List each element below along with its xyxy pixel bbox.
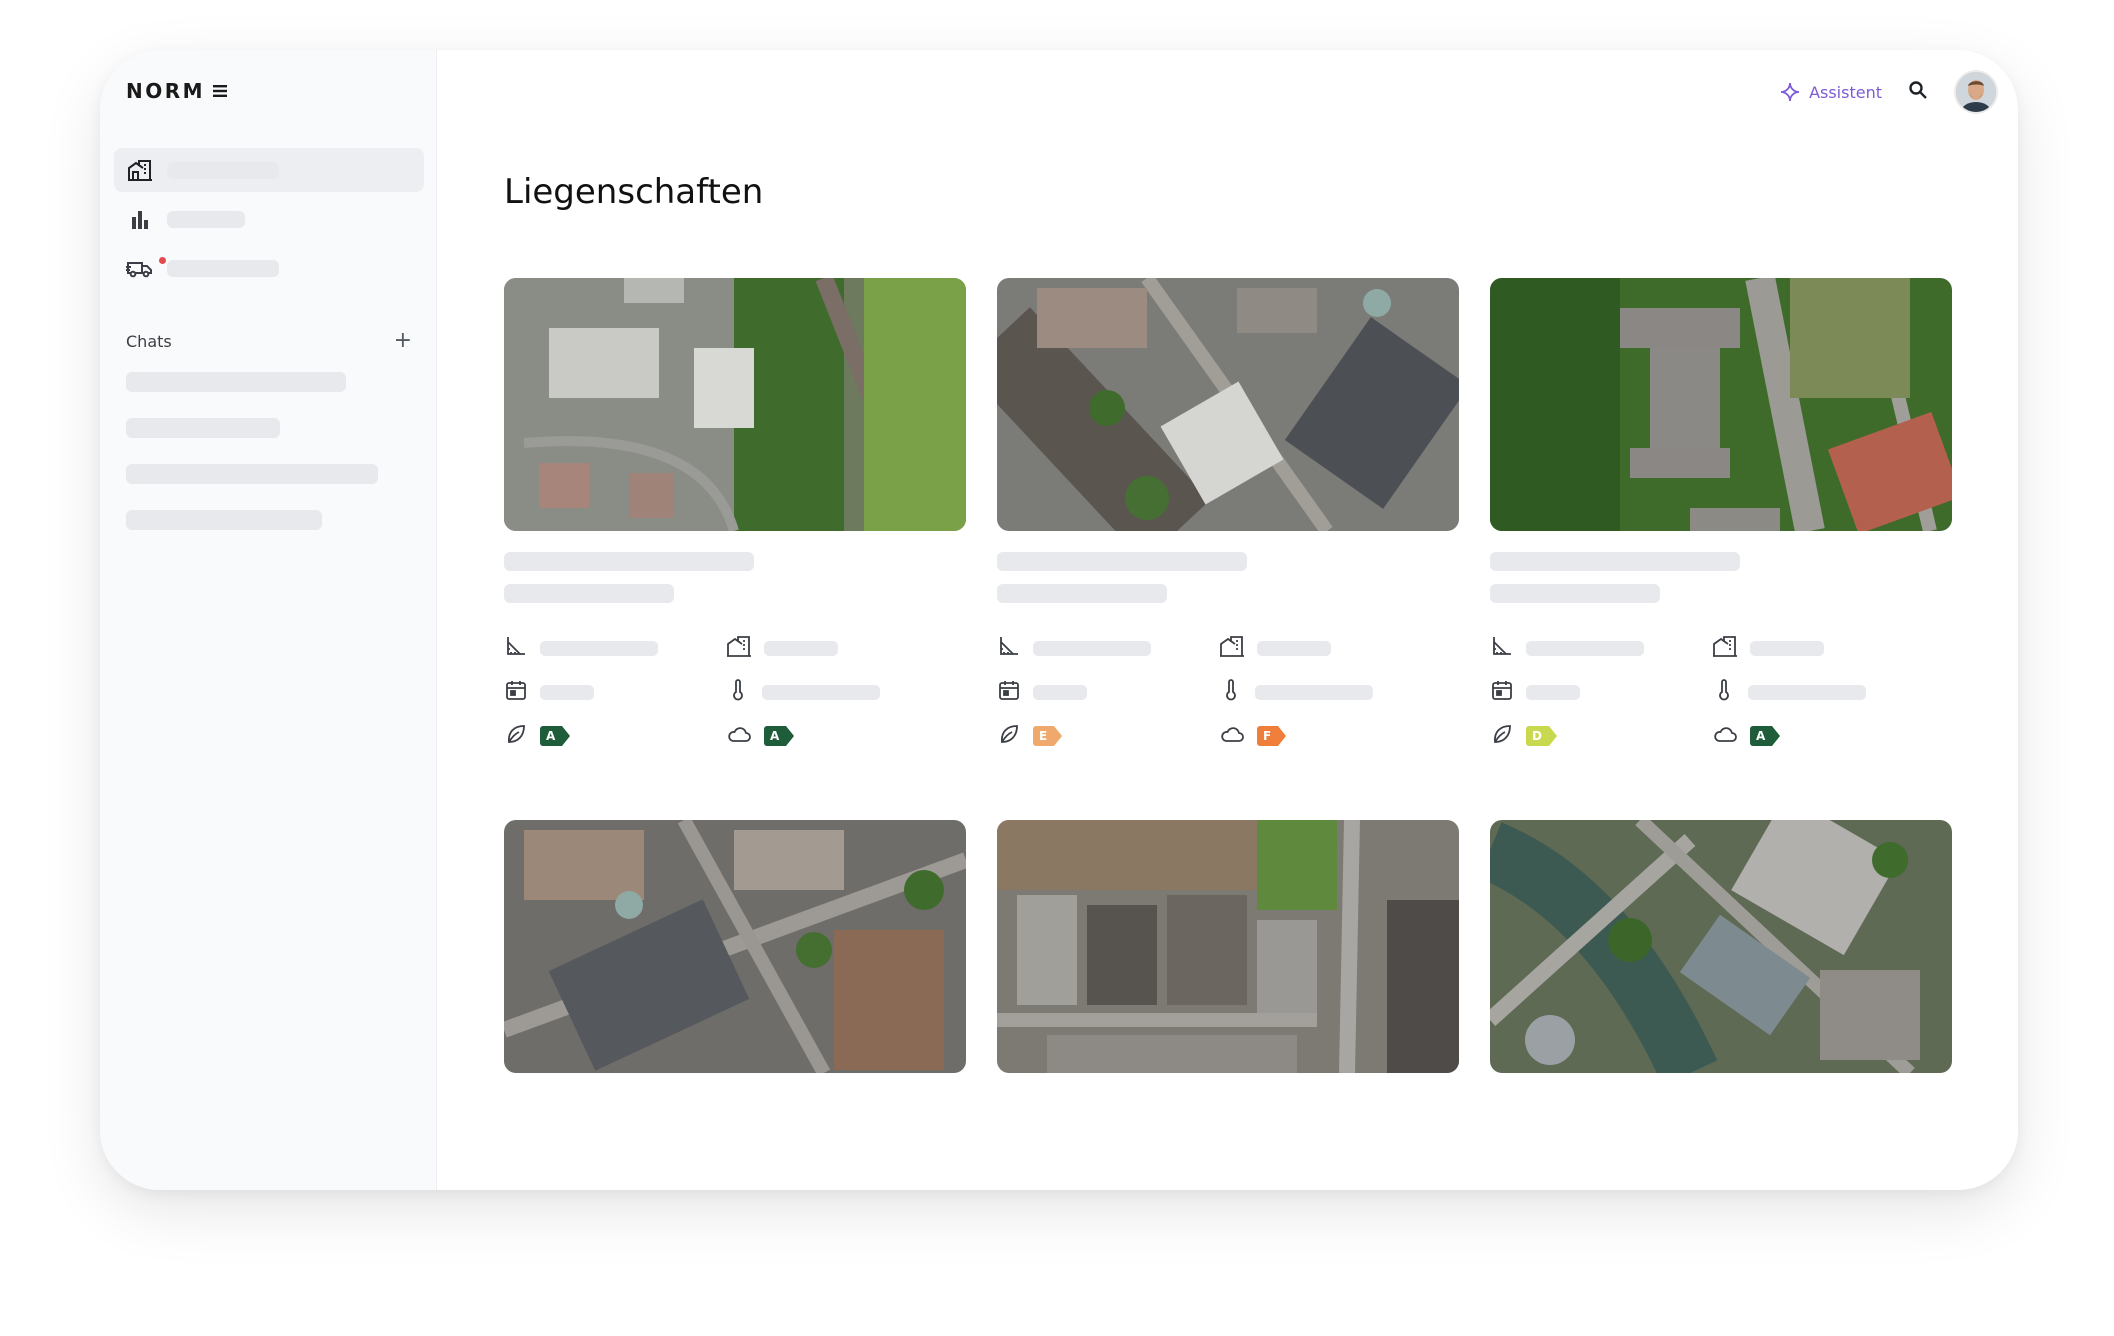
property-card[interactable]	[504, 820, 966, 1073]
sidebar-item-logistics[interactable]	[114, 246, 424, 290]
thermometer-icon	[1219, 678, 1243, 706]
subtitle-placeholder	[997, 584, 1167, 603]
title-placeholder	[504, 552, 754, 571]
user-avatar[interactable]	[1954, 70, 1998, 114]
value-placeholder	[1255, 684, 1373, 700]
area-icon	[997, 634, 1021, 662]
aerial-photo[interactable]	[504, 278, 966, 531]
assistant-button[interactable]: Assistent	[1779, 81, 1882, 103]
sidebar-item-properties[interactable]	[114, 148, 424, 192]
aerial-photo[interactable]	[504, 820, 966, 1073]
leaf-icon	[1490, 722, 1514, 750]
sidebar-item-analytics[interactable]	[114, 197, 424, 241]
building-icon	[726, 634, 752, 662]
truck-icon	[125, 253, 155, 283]
efficiency-rating-badge: D	[1526, 726, 1557, 746]
property-metadata: A A	[504, 626, 966, 758]
efficiency-rating-badge: A	[540, 726, 571, 746]
assistant-label: Assistent	[1809, 82, 1882, 102]
cloud-icon	[1219, 722, 1245, 750]
nav-label-placeholder	[167, 161, 279, 179]
area-icon	[1490, 634, 1514, 662]
value-placeholder	[1526, 640, 1644, 656]
subtitle-placeholder	[504, 584, 674, 603]
efficiency-rating-badge: E	[1033, 726, 1063, 746]
chat-item-placeholder[interactable]	[126, 372, 346, 392]
chat-item-placeholder[interactable]	[126, 464, 378, 484]
emissions-rating-badge: A	[764, 726, 795, 746]
search-icon[interactable]	[1908, 80, 1928, 104]
chat-item-placeholder[interactable]	[126, 418, 280, 438]
nav-label-placeholder	[167, 259, 279, 277]
aerial-photo[interactable]	[1490, 278, 1952, 531]
value-placeholder	[540, 640, 658, 656]
value-placeholder	[764, 640, 838, 656]
logo-text: NORM	[126, 79, 206, 103]
leaf-icon	[504, 722, 528, 750]
building-icon	[1712, 634, 1738, 662]
title-placeholder	[997, 552, 1247, 571]
calendar-icon	[504, 678, 528, 706]
calendar-icon	[1490, 678, 1514, 706]
aerial-photo[interactable]	[997, 278, 1459, 531]
value-placeholder	[762, 684, 880, 700]
value-placeholder	[1750, 640, 1824, 656]
chat-item-placeholder[interactable]	[126, 510, 322, 530]
cloud-icon	[726, 722, 752, 750]
property-metadata: D A	[1490, 626, 1952, 758]
bar-chart-icon	[125, 204, 155, 234]
property-card[interactable]	[997, 820, 1459, 1073]
aerial-photo[interactable]	[997, 820, 1459, 1073]
top-bar: Assistent	[1779, 70, 1998, 114]
building-icon	[125, 155, 155, 185]
property-card[interactable]	[1490, 820, 1952, 1073]
subtitle-placeholder	[1490, 584, 1660, 603]
building-icon	[1219, 634, 1245, 662]
property-card[interactable]: A A	[504, 278, 966, 746]
add-chat-button[interactable]: +	[394, 330, 412, 352]
leaf-icon	[997, 722, 1021, 750]
logo[interactable]: NORM	[126, 79, 228, 103]
chat-list	[126, 372, 378, 556]
value-placeholder	[1526, 684, 1580, 700]
emissions-rating-badge: F	[1257, 726, 1287, 746]
emissions-rating-badge: A	[1750, 726, 1781, 746]
notification-dot	[159, 257, 166, 264]
cloud-icon	[1712, 722, 1738, 750]
menu-lines-icon	[213, 85, 228, 97]
area-icon	[504, 634, 528, 662]
value-placeholder	[1257, 640, 1331, 656]
property-metadata: E F	[997, 626, 1459, 758]
value-placeholder	[1748, 684, 1866, 700]
app-window: NORM Chats + Assistent Liegenschaften A …	[100, 50, 2018, 1190]
value-placeholder	[1033, 640, 1151, 656]
sidebar-nav	[114, 148, 424, 295]
property-card[interactable]: D A	[1490, 278, 1952, 746]
nav-label-placeholder	[167, 210, 245, 228]
value-placeholder	[540, 684, 594, 700]
thermometer-icon	[726, 678, 750, 706]
aerial-photo[interactable]	[1490, 820, 1952, 1073]
property-card[interactable]: E F	[997, 278, 1459, 746]
thermometer-icon	[1712, 678, 1736, 706]
title-placeholder	[1490, 552, 1740, 571]
sidebar: NORM Chats +	[100, 50, 437, 1190]
page-title: Liegenschaften	[504, 171, 764, 212]
chats-label: Chats	[126, 331, 172, 351]
value-placeholder	[1033, 684, 1087, 700]
calendar-icon	[997, 678, 1021, 706]
assistant-sparkle-icon	[1780, 82, 1800, 102]
chats-section-header: Chats +	[126, 330, 412, 352]
